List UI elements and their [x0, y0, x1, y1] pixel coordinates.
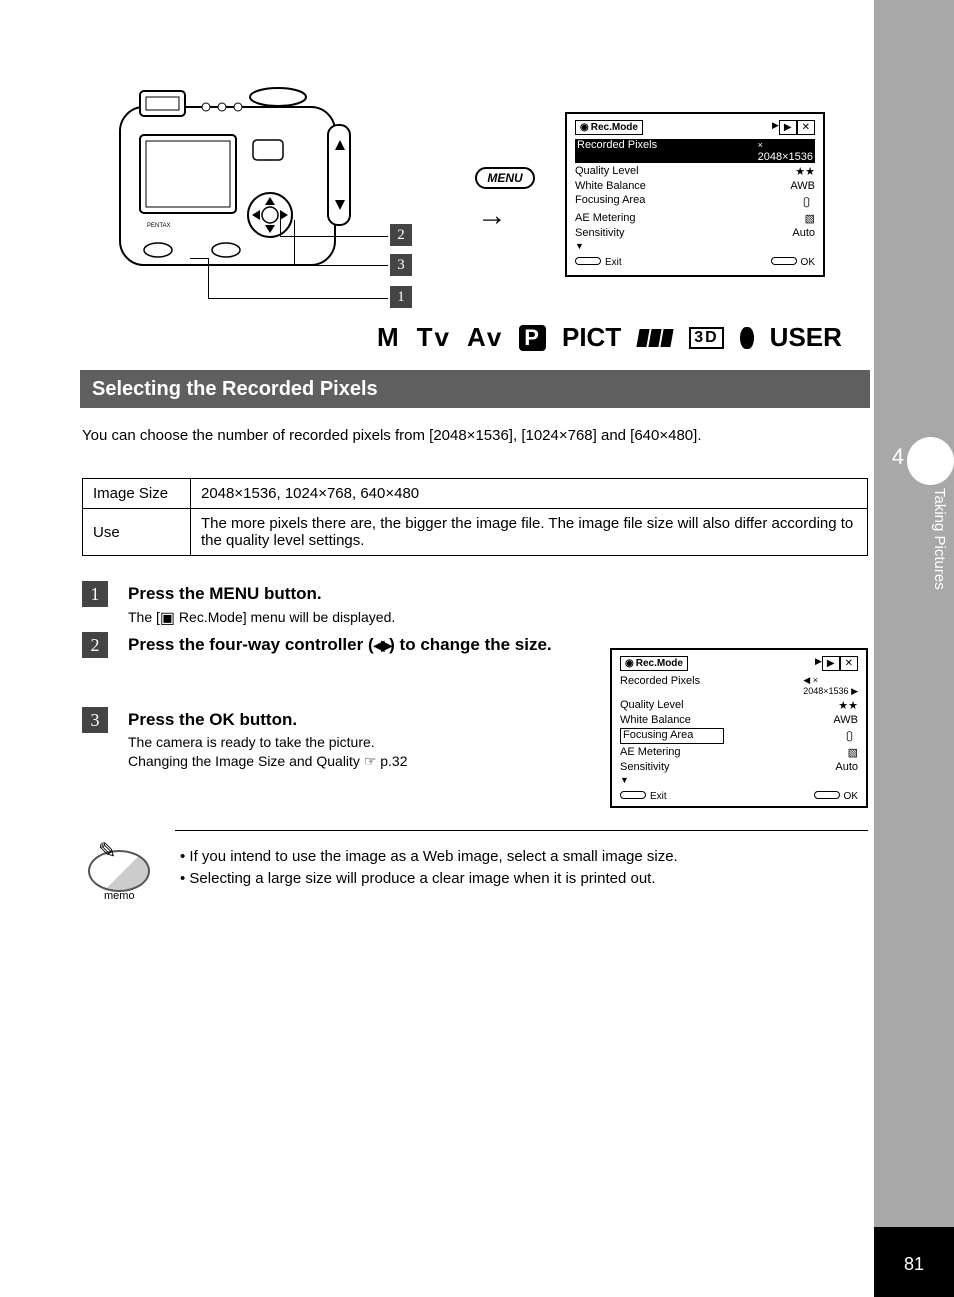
lcd-tab-label: Rec.Mode — [591, 122, 638, 133]
memo-text: • If you intend to use the image as a We… — [180, 846, 860, 890]
mode-dial-strip: M Tv Av P PICT 3D USER — [377, 322, 842, 353]
table-cell: Use — [83, 509, 191, 556]
section-tab-number: 4 — [892, 444, 904, 470]
lcd-row-value: AWB — [833, 714, 858, 726]
section-heading: Selecting the Recorded Pixels — [80, 370, 870, 408]
page-number: 81 — [904, 1254, 924, 1275]
focus-area-icon: 〔 〕 — [839, 728, 858, 744]
table-cell: The more pixels there are, the bigger th… — [191, 509, 868, 556]
pin-icon: ✎ — [98, 838, 116, 864]
chevron-right-icon: ▶ — [772, 120, 779, 135]
lcd-row-value: ★★ — [838, 699, 858, 712]
intro-text: You can choose the number of recorded pi… — [82, 425, 868, 446]
table-cell: 2048×1536, 1024×768, 640×480 — [191, 479, 868, 509]
step-3-text: Press the OK button. — [128, 709, 588, 732]
camera-illustration: PENTAX — [110, 85, 380, 290]
menu-button-icon: MENU — [475, 167, 535, 189]
callout-2: 2 — [390, 224, 412, 246]
step-number-1: 1 — [82, 581, 108, 607]
mode-p-icon: P — [519, 325, 546, 351]
mode-3d-icon: 3D — [689, 327, 723, 349]
focus-area-icon: 〔 〕 — [796, 194, 815, 210]
step-3-sub2: Changing the Image Size and Quality ☞ p.… — [128, 753, 588, 770]
lcd-preview-main: ◉Rec.Mode ▶ ▶ ✕ Recorded Pixels ×2048×153… — [565, 112, 825, 277]
mode-panorama-icon — [637, 329, 673, 347]
camera-icon: ▣ — [160, 610, 175, 627]
callout-1: 1 — [390, 286, 412, 308]
lcd-row-label: Quality Level — [575, 165, 639, 178]
leader-line — [190, 258, 208, 259]
metering-icon: ▧ — [848, 746, 858, 759]
lcd-foot-left: Exit — [650, 791, 667, 802]
mode-m: M — [377, 322, 401, 353]
mode-pict: PICT — [562, 322, 621, 353]
lcd-row-label: Recorded Pixels — [620, 675, 700, 697]
lcd-row-value: ◀ ×2048×1536 ▶ — [803, 675, 858, 697]
leader-line — [280, 215, 281, 236]
mode-tv: Tv — [417, 322, 451, 353]
lcd-row-label: White Balance — [575, 180, 646, 192]
leader-line — [294, 265, 388, 266]
lcd-row-label: AE Metering — [575, 212, 636, 225]
step-number-2: 2 — [82, 632, 108, 658]
step-3-sub1: The camera is ready to take the picture. — [128, 734, 588, 750]
lcd-row-value: Auto — [792, 227, 815, 239]
margin-sidebar — [874, 0, 954, 1297]
memo-icon: ✎ memo — [80, 840, 164, 900]
lcd-row-label: White Balance — [620, 714, 691, 726]
camera-icon: ◉ — [625, 658, 634, 669]
callout-3: 3 — [390, 254, 412, 276]
lcd-foot-right: OK — [801, 257, 815, 268]
lcd-row-value: AWB — [790, 180, 815, 192]
left-right-icon: ◀▶ — [374, 637, 390, 653]
svg-text:PENTAX: PENTAX — [147, 223, 171, 229]
chevron-right-icon: ▶ — [815, 656, 822, 671]
lcd-row-label: Sensitivity — [620, 761, 670, 773]
setup-tab-icon: ✕ — [797, 120, 815, 135]
arrow-right-icon: → — [477, 199, 507, 233]
leader-line — [280, 236, 388, 237]
memo-divider — [175, 830, 868, 831]
play-tab-icon: ▶ — [779, 120, 797, 135]
table-cell: Image Size — [83, 479, 191, 509]
lcd-row-label: Quality Level — [620, 699, 684, 712]
mode-filter-icon — [740, 327, 754, 349]
mode-user: USER — [770, 322, 842, 353]
section-tab-circle — [907, 437, 954, 485]
leader-line — [294, 220, 295, 265]
lcd-row-label: Recorded Pixels — [577, 139, 657, 163]
play-tab-icon: ▶ — [822, 656, 840, 671]
lcd-row-label: Sensitivity — [575, 227, 625, 239]
lcd-foot-right: OK — [844, 791, 858, 802]
step-2-text: Press the four-way controller (◀▶) to ch… — [128, 634, 588, 657]
section-tab-caption: Taking Pictures — [931, 488, 948, 590]
spec-table: Image Size2048×1536, 1024×768, 640×480 U… — [82, 478, 868, 556]
step-number-3: 3 — [82, 707, 108, 733]
memo-label: memo — [104, 890, 135, 902]
lcd-tab-label: Rec.Mode — [636, 658, 683, 669]
leader-line — [208, 258, 209, 298]
leader-line — [208, 298, 388, 299]
lcd-row-value: ★★ — [795, 165, 815, 178]
lcd-preview-step: ◉Rec.Mode ▶ ▶ ✕ Recorded Pixels ◀ ×2048×1… — [610, 648, 868, 808]
mode-av: Av — [467, 322, 503, 353]
step-1-text: Press the MENU button. The [▣ Rec.Mode] … — [128, 583, 858, 630]
lcd-foot-left: Exit — [605, 257, 622, 268]
lcd-row-value: ×2048×1536 — [758, 139, 813, 163]
setup-tab-icon: ✕ — [840, 656, 858, 671]
metering-icon: ▧ — [805, 212, 815, 225]
lcd-row-value: Auto — [835, 761, 858, 773]
camera-icon: ◉ — [580, 122, 589, 133]
lcd-row-label: AE Metering — [620, 746, 681, 759]
lcd-row-label: Focusing Area — [620, 728, 724, 744]
lcd-row-label: Focusing Area — [575, 194, 645, 210]
